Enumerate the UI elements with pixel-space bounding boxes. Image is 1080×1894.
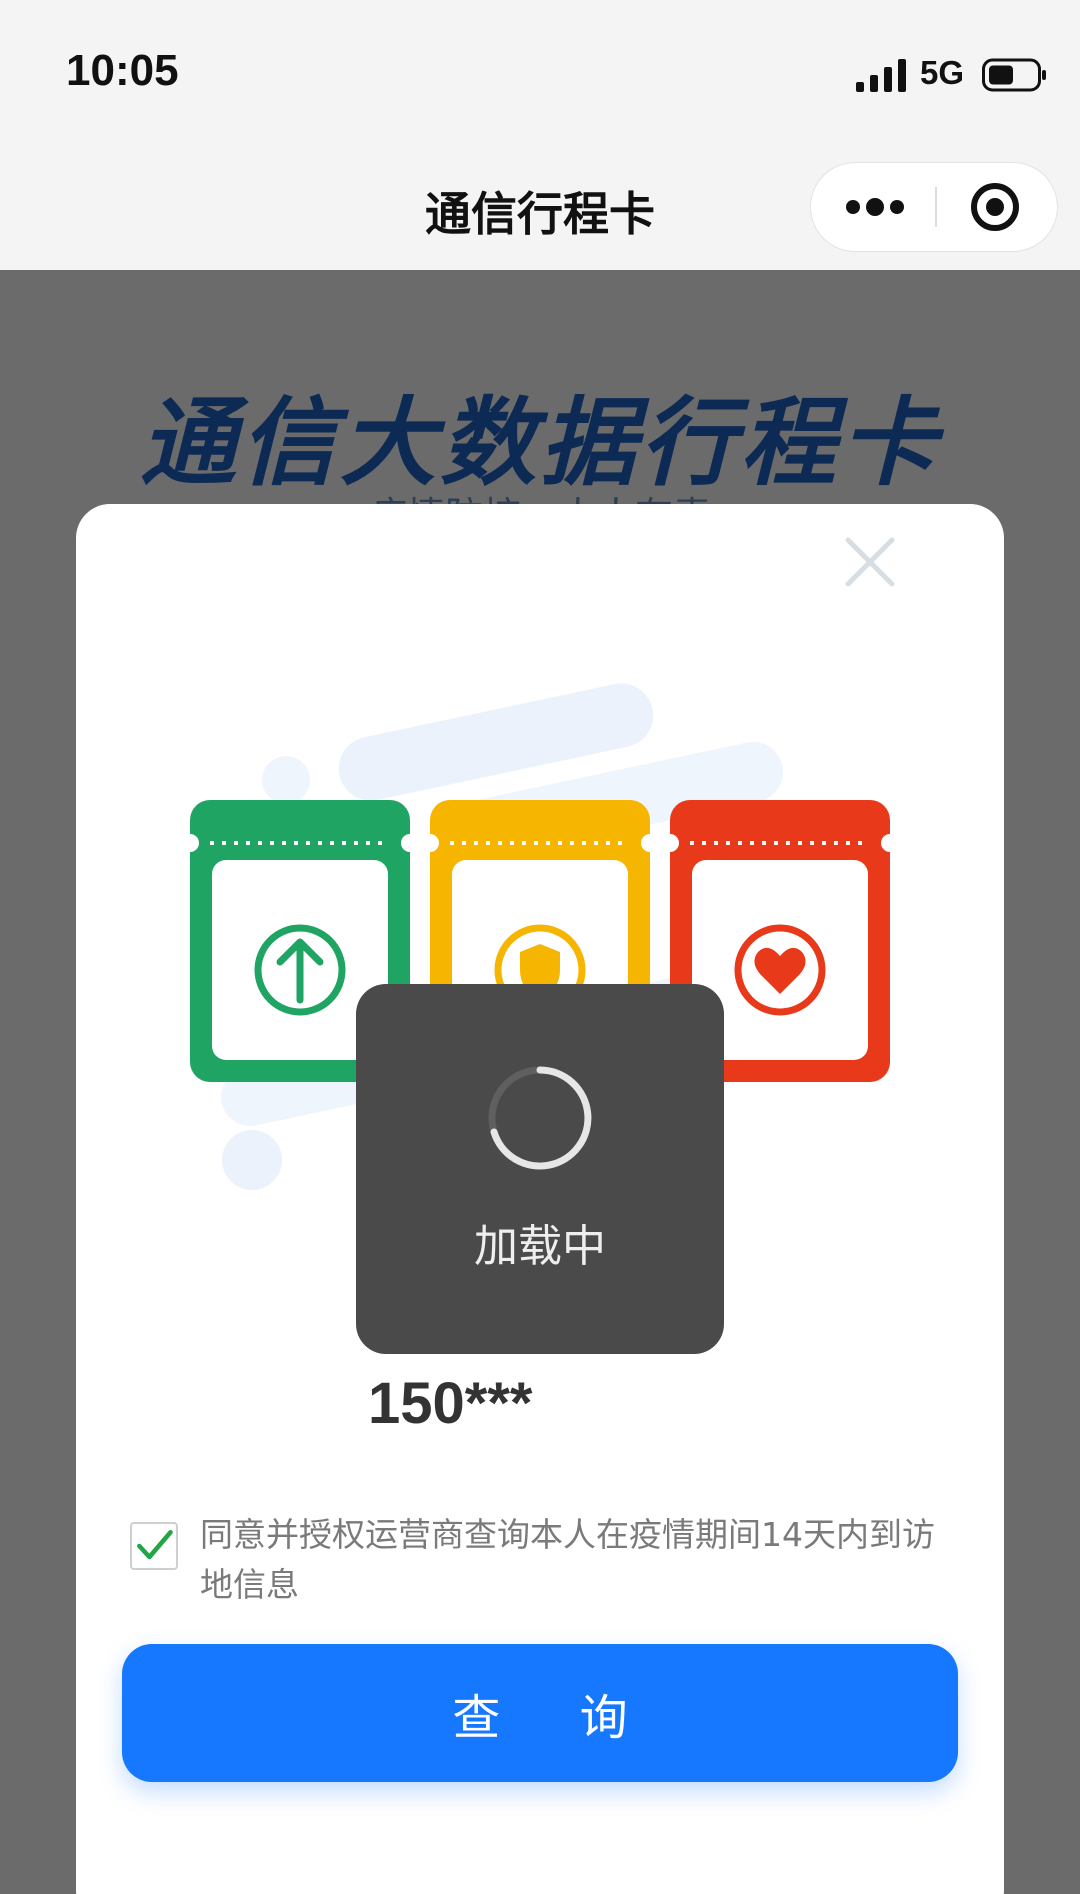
checkmark-icon [137,1529,173,1560]
hero-title: 通信大数据行程卡 [140,387,940,499]
screen: 10:05 5G 通信行程卡 通信大数据行程卡 150*** 同意并授权运营商查… [0,0,1080,1894]
close-miniprogram-icon[interactable] [937,163,1057,251]
loading-toast: 加载中 [356,984,724,1354]
loading-label: 加载中 [474,1221,606,1272]
query-button[interactable]: 查 询 [122,1644,958,1782]
more-dots-icon[interactable] [811,163,935,251]
status-time: 10:05 [66,46,179,95]
status-bar: 10:05 5G [0,0,1080,150]
battery-icon [982,58,1046,92]
phone-number: 150*** [368,1371,533,1436]
network-label: 5G [920,54,965,91]
spinner-icon [488,1066,592,1170]
miniprogram-capsule [810,162,1058,252]
signal-icon [856,59,906,92]
close-icon[interactable] [842,534,898,590]
consent-text: 同意并授权运营商查询本人在疫情期间14天内到访地信息 [200,1515,935,1604]
consent-checkbox[interactable] [130,1522,178,1570]
nav-bar: 通信行程卡 [0,150,1080,270]
